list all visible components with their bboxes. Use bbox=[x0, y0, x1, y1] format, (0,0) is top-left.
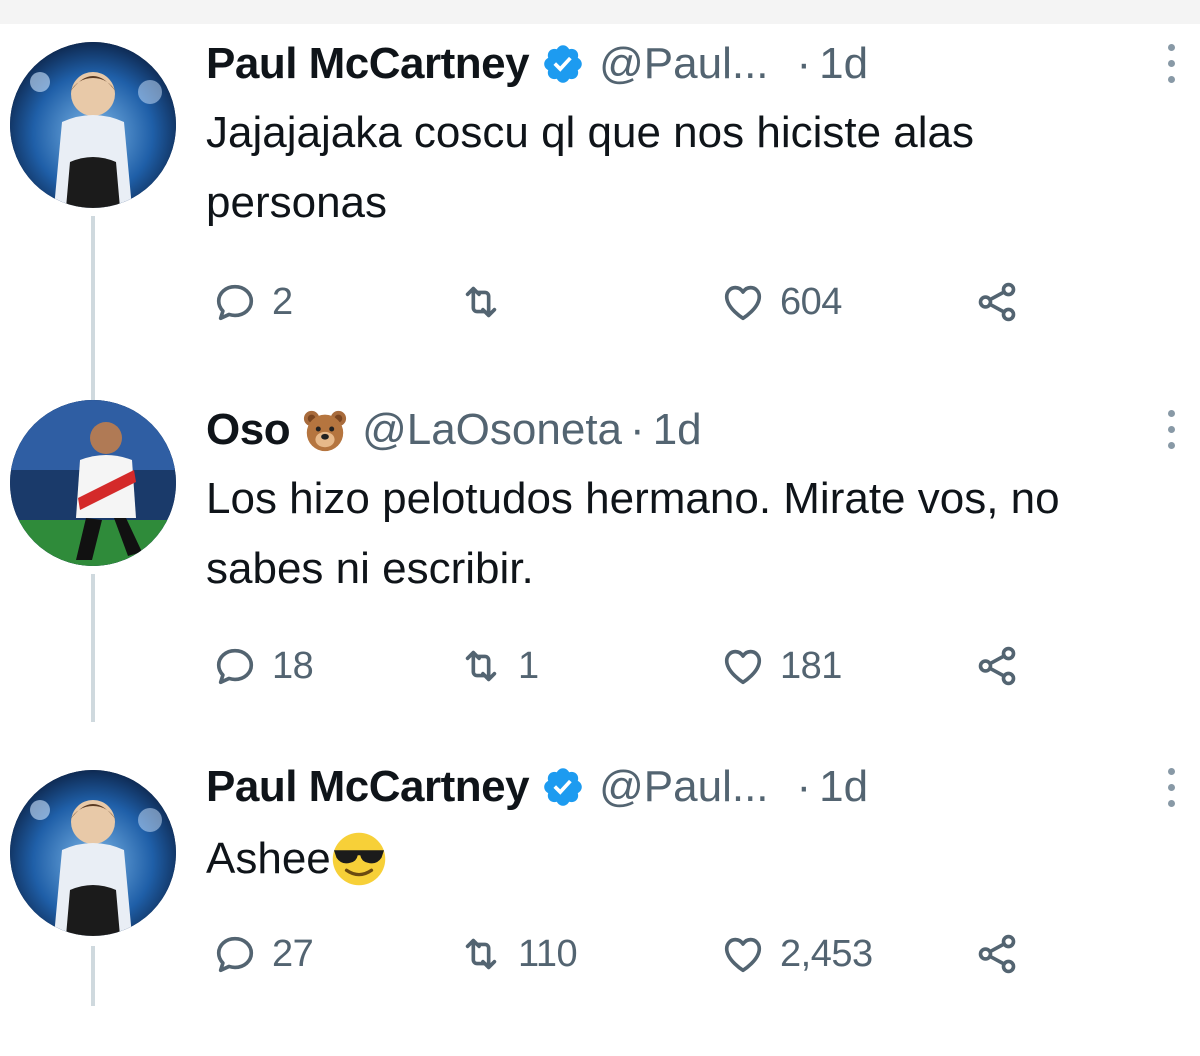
retweet-count: 110 bbox=[518, 932, 578, 975]
reply-icon bbox=[216, 648, 254, 685]
bear-face-emoji bbox=[303, 410, 347, 452]
author-name[interactable]: Paul McCartney bbox=[206, 762, 530, 812]
like-icon bbox=[724, 937, 762, 973]
tweet-actions: 27 110 2,453 bbox=[212, 924, 1112, 984]
tweet-text: Ashee bbox=[206, 834, 331, 883]
more-options-icon[interactable] bbox=[1162, 40, 1182, 90]
separator-dot: · bbox=[796, 39, 812, 88]
avatar[interactable] bbox=[10, 42, 176, 208]
tweet-text-row: Ashee bbox=[206, 824, 1166, 894]
tweet-1[interactable]: Paul McCartney @Paul... · 1d Jajajajaka … bbox=[0, 39, 1200, 416]
like-icon bbox=[724, 285, 762, 321]
reply-count: 27 bbox=[272, 932, 314, 975]
retweet-icon bbox=[465, 650, 497, 682]
separator-dot: · bbox=[796, 762, 812, 811]
tweet-header: Paul McCartney @Paul... · 1d bbox=[206, 34, 868, 94]
like-button[interactable]: 604 bbox=[720, 272, 842, 332]
reply-count: 18 bbox=[272, 644, 314, 687]
share-icon bbox=[978, 934, 1016, 974]
verified-badge-icon bbox=[544, 45, 582, 83]
separator-dot: · bbox=[630, 405, 645, 454]
retweet-icon bbox=[465, 938, 497, 970]
avatar[interactable] bbox=[10, 770, 176, 936]
reply-button[interactable]: 27 bbox=[212, 924, 314, 984]
author-handle[interactable]: @LaOsoneta bbox=[362, 405, 622, 455]
share-icon bbox=[978, 282, 1016, 322]
thread-line bbox=[91, 574, 95, 722]
avatar-image bbox=[10, 770, 176, 936]
like-count: 2,453 bbox=[780, 932, 873, 975]
retweet-button[interactable]: 110 bbox=[458, 924, 578, 984]
tweet-3[interactable]: Paul McCartney @Paul... · 1d Ashee 27 11… bbox=[0, 760, 1200, 1050]
tweet-2[interactable]: Oso @LaOsoneta · 1d Los hizo pelotudos h… bbox=[0, 370, 1200, 722]
like-count: 181 bbox=[780, 644, 842, 687]
tweet-actions: 2 604 bbox=[212, 272, 1112, 332]
reply-button[interactable]: 18 bbox=[212, 636, 314, 696]
like-button[interactable]: 181 bbox=[720, 636, 842, 696]
tweet-actions: 18 1 181 bbox=[212, 636, 1112, 696]
author-name[interactable]: Paul McCartney bbox=[206, 39, 530, 89]
share-button[interactable] bbox=[974, 636, 1020, 696]
verified-badge-icon bbox=[544, 768, 582, 806]
share-icon bbox=[978, 646, 1016, 686]
reply-icon bbox=[216, 284, 254, 321]
retweet-count: 1 bbox=[518, 644, 539, 687]
like-count: 604 bbox=[780, 280, 842, 323]
share-button[interactable] bbox=[974, 272, 1020, 332]
tweet-header: Oso @LaOsoneta · 1d bbox=[206, 400, 702, 460]
tweet-header: Paul McCartney @Paul... · 1d bbox=[206, 757, 868, 817]
retweet-button[interactable]: 1 bbox=[458, 636, 539, 696]
timestamp[interactable]: 1d bbox=[819, 39, 868, 89]
share-button[interactable] bbox=[974, 924, 1020, 984]
sunglasses-emoji bbox=[332, 832, 386, 886]
avatar-image bbox=[10, 42, 176, 208]
author-handle[interactable]: @Paul... bbox=[599, 762, 768, 812]
tweet-text: Jajajajaka coscu ql que nos hiciste alas… bbox=[206, 108, 975, 227]
thread-line-top bbox=[91, 370, 95, 390]
reply-icon bbox=[216, 936, 254, 973]
thread-line bbox=[91, 946, 95, 1006]
author-name[interactable]: Oso bbox=[206, 405, 291, 455]
retweet-button[interactable] bbox=[458, 272, 518, 332]
like-icon bbox=[724, 649, 762, 685]
top-edge bbox=[0, 0, 1200, 24]
avatar-image bbox=[10, 400, 176, 566]
more-options-icon[interactable] bbox=[1162, 764, 1182, 814]
tweet-text: Los hizo pelotudos hermano. Mirate vos, … bbox=[206, 474, 1060, 593]
retweet-icon bbox=[465, 286, 497, 318]
reply-button[interactable]: 2 bbox=[212, 272, 293, 332]
more-options-icon[interactable] bbox=[1162, 406, 1182, 456]
avatar[interactable] bbox=[10, 400, 176, 566]
timestamp[interactable]: 1d bbox=[819, 762, 868, 812]
author-handle[interactable]: @Paul... bbox=[599, 39, 768, 89]
timestamp[interactable]: 1d bbox=[653, 405, 702, 455]
reply-count: 2 bbox=[272, 280, 293, 323]
like-button[interactable]: 2,453 bbox=[720, 924, 873, 984]
